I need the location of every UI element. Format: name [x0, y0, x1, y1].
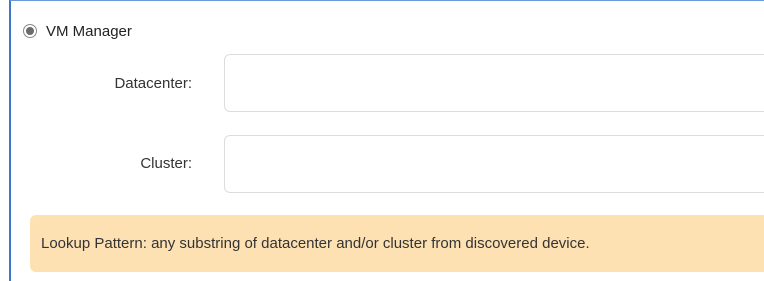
cluster-label: Cluster:	[140, 155, 192, 172]
datacenter-input[interactable]	[224, 54, 764, 112]
lookup-pattern-text: Lookup Pattern: any substring of datacen…	[41, 235, 590, 252]
vm-manager-option[interactable]: VM Manager	[23, 19, 132, 43]
vm-manager-radio[interactable]	[23, 24, 37, 38]
lookup-pattern-info: Lookup Pattern: any substring of datacen…	[30, 215, 764, 272]
radio-selected-dot-icon	[26, 27, 34, 35]
vm-manager-label: VM Manager	[46, 22, 132, 40]
cluster-input[interactable]	[224, 135, 764, 193]
datacenter-label: Datacenter:	[114, 75, 192, 92]
